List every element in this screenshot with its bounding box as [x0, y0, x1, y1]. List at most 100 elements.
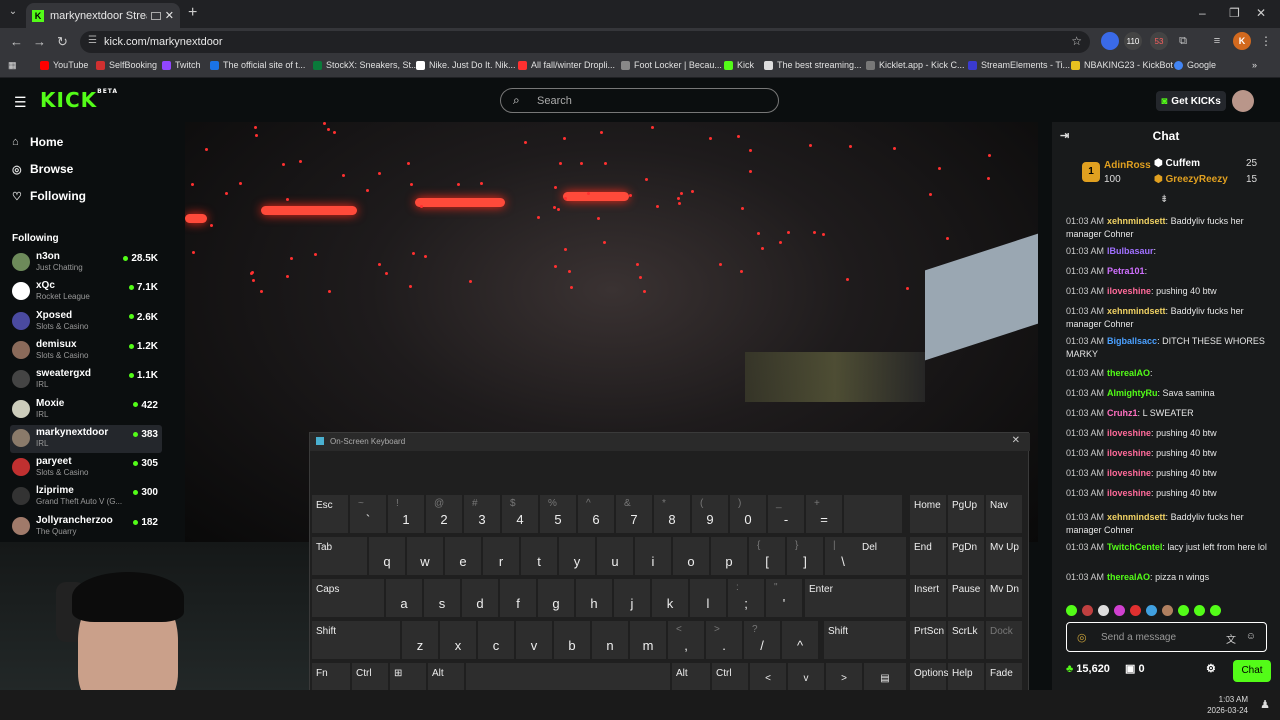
osk-key[interactable]: v: [516, 621, 552, 659]
osk-key[interactable]: " ': [766, 579, 802, 617]
message-username[interactable]: xehnmindsett: [1107, 306, 1166, 316]
emote-icon[interactable]: [1210, 605, 1221, 616]
message-username[interactable]: AlmightyRu: [1107, 388, 1158, 398]
new-tab-button[interactable]: +: [188, 4, 197, 22]
osk-key[interactable]: x: [440, 621, 476, 659]
message-username[interactable]: iloveshine: [1107, 448, 1151, 458]
extensions-puzzle-icon[interactable]: ⧉: [1174, 32, 1192, 50]
osk-key[interactable]: Shift: [312, 621, 400, 659]
osk-key[interactable]: }]: [787, 537, 823, 575]
osk-key[interactable]: Esc: [312, 495, 348, 533]
browser-tab[interactable]: K markynextdoor Stream - W ✕: [26, 3, 180, 28]
extension-badge-icon[interactable]: 110: [1124, 32, 1142, 50]
more-bookmarks-icon[interactable]: »: [1252, 60, 1257, 70]
osk-key[interactable]: ^ 6: [578, 495, 614, 533]
kicks-coin-icon[interactable]: ◎: [1077, 631, 1087, 644]
search-input[interactable]: ⌕ Search: [500, 88, 779, 113]
collapse-chat-icon[interactable]: ⇥: [1060, 129, 1069, 142]
bookmark-footlocker[interactable]: Foot Locker | Becau...: [621, 60, 722, 70]
message-username[interactable]: iloveshine: [1107, 286, 1151, 296]
followed-channel-row[interactable]: Moxie IRL 422: [10, 396, 162, 424]
extension-badge-icon[interactable]: 53: [1150, 32, 1168, 50]
osk-key[interactable]: f: [500, 579, 536, 617]
bookmark-nike[interactable]: Nike. Just Do It. Nik...: [416, 60, 516, 70]
site-info-icon[interactable]: ☰: [88, 35, 97, 46]
osk-key[interactable]: :;: [728, 579, 764, 617]
emote-icon[interactable]: [1178, 605, 1189, 616]
translate-icon[interactable]: 文: [1226, 631, 1236, 646]
osk-key[interactable]: + =: [806, 495, 842, 533]
bookmark-star-icon[interactable]: ☆: [1071, 34, 1082, 48]
gift-icon[interactable]: ▣: [1125, 663, 1135, 675]
reading-list-icon[interactable]: ≡: [1208, 32, 1226, 50]
osk-nav-key[interactable]: PgUp: [948, 495, 984, 533]
osk-key[interactable]: c: [478, 621, 514, 659]
osk-key[interactable]: y: [559, 537, 595, 575]
followed-channel-row[interactable]: n3on Just Chatting 28.5K: [10, 249, 162, 277]
emoji-icon[interactable]: ☺: [1246, 631, 1256, 642]
osk-key[interactable]: >.: [706, 621, 742, 659]
osk-nav-key[interactable]: Dock: [986, 621, 1022, 659]
emote-icon[interactable]: [1098, 605, 1109, 616]
message-username[interactable]: iloveshine: [1107, 468, 1151, 478]
message-username[interactable]: therealAO: [1107, 572, 1150, 582]
expand-leaderboard-icon[interactable]: ⇟: [1160, 194, 1168, 205]
osk-key[interactable]: % 5: [540, 495, 576, 533]
minimize-icon[interactable]: –: [1199, 6, 1206, 20]
osk-nav-key[interactable]: Mv Dn: [986, 579, 1022, 617]
message-username[interactable]: TwitchCentel: [1107, 542, 1162, 552]
osk-key[interactable]: | \: [825, 537, 861, 575]
osk-key[interactable]: {[: [749, 537, 785, 575]
bookmark-stockx[interactable]: StockX: Sneakers, St...: [313, 60, 419, 70]
osk-key[interactable]: Enter: [805, 579, 906, 617]
osk-key[interactable]: o: [673, 537, 709, 575]
osk-key[interactable]: ^: [782, 621, 818, 659]
bookmark-selfbooking[interactable]: SelfBooking: [96, 60, 157, 70]
emote-icon[interactable]: [1114, 605, 1125, 616]
osk-nav-key[interactable]: Nav: [986, 495, 1022, 533]
message-username[interactable]: xehnmindsett: [1107, 216, 1166, 226]
osk-key[interactable]: Del: [858, 537, 906, 575]
hamburger-menu-icon[interactable]: ☰: [14, 94, 28, 111]
osk-key[interactable]: ! 1: [388, 495, 424, 533]
tab-search-icon[interactable]: ⌄: [6, 6, 20, 22]
reload-icon[interactable]: ↻: [57, 34, 68, 50]
osk-key[interactable]: j: [614, 579, 650, 617]
sidebar-item-home[interactable]: ⌂ Home: [12, 135, 63, 149]
osk-key[interactable]: [844, 495, 902, 533]
extension-icon[interactable]: [1101, 32, 1119, 50]
bookmark-streamelements[interactable]: StreamElements - Ti...: [968, 60, 1070, 70]
followed-channel-row[interactable]: markynextdoor IRL 383: [10, 424, 162, 453]
osk-nav-key[interactable]: ScrLk: [948, 621, 984, 659]
osk-key[interactable]: $4: [502, 495, 538, 533]
osk-nav-key[interactable]: PrtScn: [910, 621, 946, 659]
browser-menu-icon[interactable]: ⋮: [1257, 32, 1275, 50]
osk-key[interactable]: Shift: [824, 621, 906, 659]
osk-key[interactable]: d: [462, 579, 498, 617]
leader-second-name[interactable]: ⬢ Cuffem: [1154, 158, 1200, 169]
followed-channel-row[interactable]: Xposed Slots & Casino 2.6K: [10, 308, 162, 336]
osk-key[interactable]: * 8: [654, 495, 690, 533]
osk-nav-key[interactable]: Insert: [910, 579, 946, 617]
osk-key[interactable]: ~ `: [350, 495, 386, 533]
back-icon[interactable]: ←: [10, 34, 23, 49]
osk-key[interactable]: e: [445, 537, 481, 575]
apps-grid-icon[interactable]: ▦: [8, 60, 17, 71]
leader-first-name[interactable]: AdinRoss: [1104, 160, 1151, 171]
sidebar-item-following[interactable]: ♡ Following: [12, 189, 86, 203]
osk-key[interactable]: h: [576, 579, 612, 617]
bookmark-youtube[interactable]: YouTube: [40, 60, 88, 70]
message-username[interactable]: lBulbasaur: [1107, 246, 1154, 256]
osk-key[interactable]: ? /: [744, 621, 780, 659]
osk-key[interactable]: r: [483, 537, 519, 575]
osk-key[interactable]: i: [635, 537, 671, 575]
osk-key[interactable]: a: [386, 579, 422, 617]
profile-avatar[interactable]: K: [1233, 32, 1251, 50]
osk-key[interactable]: #3: [464, 495, 500, 533]
chat-input[interactable]: ◎ Send a message 文 ☺: [1066, 622, 1267, 652]
maximize-icon[interactable]: ❐: [1229, 6, 1240, 20]
taskbar-clock[interactable]: 1:03 AM 2026-03-24: [1207, 694, 1248, 716]
emote-icon[interactable]: [1146, 605, 1157, 616]
osk-nav-key[interactable]: PgDn: [948, 537, 984, 575]
osk-key[interactable]: g: [538, 579, 574, 617]
